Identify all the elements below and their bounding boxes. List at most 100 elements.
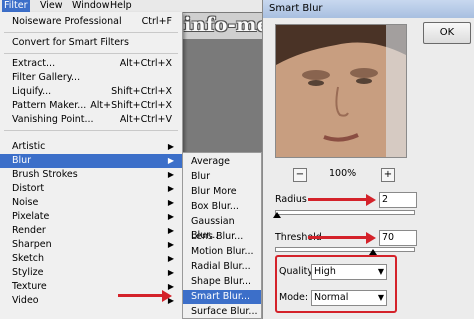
menu-separator: [4, 32, 178, 33]
submenu-item-lens-blur[interactable]: Lens Blur...: [183, 230, 261, 244]
menu-item-label: Noise: [12, 197, 39, 208]
menu-item-label: Blur: [12, 155, 32, 166]
submenu-item-label: Lens Blur...: [191, 231, 244, 242]
menu-item-shortcut: Alt+Ctrl+X: [119, 58, 172, 69]
menu-item-pixelate[interactable]: Pixelate ▶: [0, 210, 182, 224]
menu-separator: [4, 53, 178, 54]
chevron-down-icon: ▼: [377, 293, 384, 302]
ok-button[interactable]: OK: [423, 22, 471, 44]
menu-item-artistic[interactable]: Artistic ▶: [0, 140, 182, 154]
chevron-down-icon: ▼: [377, 267, 384, 276]
menu-item-distort[interactable]: Distort ▶: [0, 182, 182, 196]
mode-select[interactable]: Normal ▼: [311, 290, 387, 306]
submenu-arrow-icon: ▶: [167, 268, 174, 277]
menu-item-pattern-maker[interactable]: Pattern Maker... Alt+Shift+Ctrl+X: [0, 99, 182, 113]
submenu-item-radial-blur[interactable]: Radial Blur...: [183, 260, 261, 274]
preview-image[interactable]: [275, 24, 407, 158]
submenu-item-label: Radial Blur...: [191, 261, 251, 272]
radius-label: Radius: [275, 194, 307, 205]
submenu-arrow-icon: ▶: [167, 254, 174, 263]
dialog-title: Smart Blur: [269, 3, 323, 14]
menu-item-sketch[interactable]: Sketch ▶: [0, 252, 182, 266]
menu-item-shortcut: Ctrl+F: [141, 16, 172, 27]
blur-submenu: Average Blur Blur More Box Blur... Gauss…: [182, 152, 262, 319]
menu-item-label: Pattern Maker...: [12, 100, 87, 111]
submenu-item-motion-blur[interactable]: Motion Blur...: [183, 245, 261, 259]
submenu-arrow-icon: ▶: [167, 226, 174, 235]
submenu-item-box-blur[interactable]: Box Blur...: [183, 200, 261, 214]
submenu-arrow-icon: ▶: [167, 142, 174, 151]
menu-view[interactable]: View: [38, 0, 65, 12]
zoom-in-button[interactable]: +: [381, 168, 395, 182]
menu-item-shortcut: Alt+Ctrl+V: [119, 114, 172, 125]
dialog-title-bar: Smart Blur: [263, 0, 474, 18]
zoom-out-button[interactable]: −: [293, 168, 307, 182]
smart-blur-dialog: Smart Blur OK − 100% + Radius 2 Threshol…: [262, 0, 474, 319]
menu-filter[interactable]: Filter: [2, 0, 30, 12]
menu-item-liquify[interactable]: Liquify... Shift+Ctrl+X: [0, 85, 182, 99]
menu-item-label: Noiseware Professional: [12, 16, 122, 27]
submenu-item-blur[interactable]: Blur: [183, 170, 261, 184]
annotation-arrow: [308, 236, 368, 239]
menu-window[interactable]: Window: [70, 0, 111, 12]
zoom-level: 100%: [329, 168, 357, 179]
annotation-arrow: [308, 198, 368, 201]
submenu-item-label: Blur More: [191, 186, 237, 197]
submenu-item-gaussian-blur[interactable]: Gaussian Blur...: [183, 215, 261, 241]
quality-select[interactable]: High ▼: [311, 264, 387, 280]
submenu-item-blur-more[interactable]: Blur More: [183, 185, 261, 199]
submenu-item-smart-blur[interactable]: Smart Blur...: [183, 290, 261, 304]
menu-item-label: Sketch: [12, 253, 45, 264]
submenu-item-average[interactable]: Average: [183, 155, 261, 169]
threshold-input[interactable]: 70: [379, 230, 417, 246]
submenu-arrow-icon: ▶: [167, 212, 174, 221]
mode-label: Mode:: [279, 292, 309, 303]
filter-menu: Noiseware Professional Ctrl+F Convert fo…: [0, 12, 183, 319]
radius-slider[interactable]: [275, 210, 415, 215]
annotation-arrow-head: [162, 289, 172, 302]
menu-item-label: Pixelate: [12, 211, 50, 222]
menu-item-convert-smart-filters[interactable]: Convert for Smart Filters: [0, 36, 182, 50]
quality-label: Quality:: [279, 266, 316, 277]
radius-input[interactable]: 2: [379, 192, 417, 208]
menu-item-label: Filter Gallery...: [12, 72, 81, 83]
submenu-item-label: Motion Blur...: [191, 246, 254, 257]
menu-help[interactable]: Help: [108, 0, 134, 12]
submenu-item-surface-blur[interactable]: Surface Blur...: [183, 305, 261, 319]
menu-item-texture[interactable]: Texture ▶: [0, 280, 182, 294]
menu-item-sharpen[interactable]: Sharpen ▶: [0, 238, 182, 252]
menu-item-extract[interactable]: Extract... Alt+Ctrl+X: [0, 57, 182, 71]
menu-item-shortcut: Shift+Ctrl+X: [111, 86, 172, 97]
menu-item-brush-strokes[interactable]: Brush Strokes ▶: [0, 168, 182, 182]
menu-item-label: Stylize: [12, 267, 44, 278]
menu-item-label: Brush Strokes: [12, 169, 78, 180]
submenu-arrow-icon: ▶: [167, 184, 174, 193]
menu-item-blur[interactable]: Blur ▶: [0, 154, 182, 168]
submenu-item-label: Blur: [191, 171, 211, 182]
menu-item-label: Vanishing Point...: [12, 114, 94, 125]
menu-item-noise[interactable]: Noise ▶: [0, 196, 182, 210]
menu-item-label: Liquify...: [12, 86, 52, 97]
radius-slider-thumb[interactable]: [273, 212, 281, 218]
submenu-item-label: Shape Blur...: [191, 276, 252, 287]
menu-item-label: Extract...: [12, 58, 56, 69]
annotation-arrow-head: [366, 193, 376, 206]
face-photo: [276, 25, 406, 157]
menu-item-stylize[interactable]: Stylize ▶: [0, 266, 182, 280]
submenu-item-label: Box Blur...: [191, 201, 239, 212]
menu-item-label: Render: [12, 225, 46, 236]
submenu-arrow-icon: ▶: [167, 240, 174, 249]
threshold-slider[interactable]: [275, 247, 415, 252]
mode-value: Normal: [314, 292, 349, 303]
menu-item-label: Convert for Smart Filters: [12, 37, 129, 48]
submenu-item-shape-blur[interactable]: Shape Blur...: [183, 275, 261, 289]
quality-value: High: [314, 266, 336, 277]
menu-separator: [4, 130, 178, 131]
menu-item-vanishing-point[interactable]: Vanishing Point... Alt+Ctrl+V: [0, 113, 182, 127]
submenu-arrow-icon: ▶: [167, 156, 174, 165]
menu-item-label: Artistic: [12, 141, 46, 152]
submenu-arrow-icon: ▶: [167, 170, 174, 179]
menu-item-filter-gallery[interactable]: Filter Gallery...: [0, 71, 182, 85]
menu-item-noiseware[interactable]: Noiseware Professional Ctrl+F: [0, 15, 182, 29]
menu-item-render[interactable]: Render ▶: [0, 224, 182, 238]
